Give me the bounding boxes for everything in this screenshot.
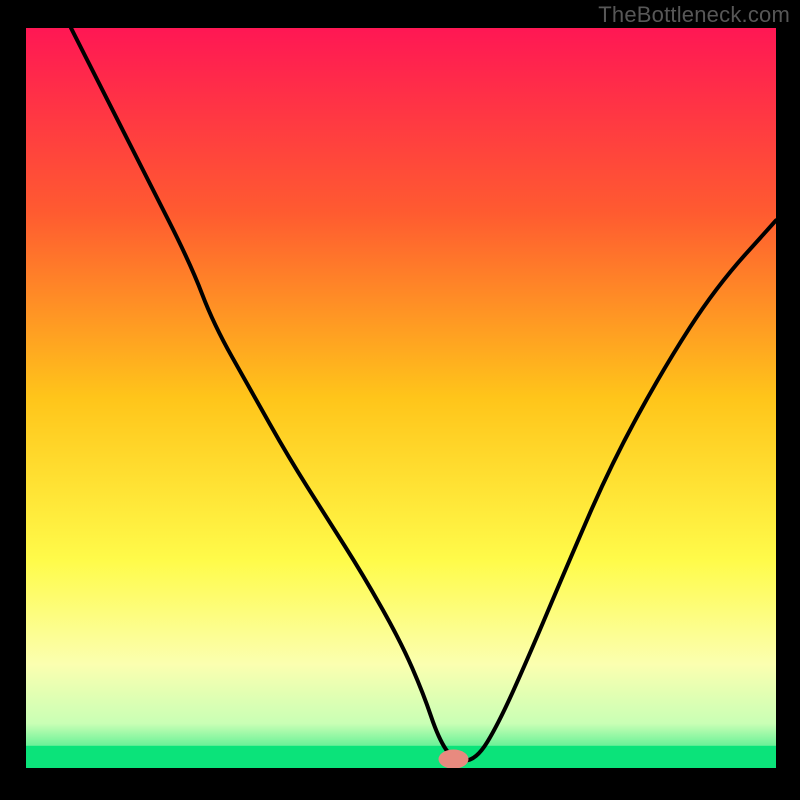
green-band — [26, 746, 776, 768]
chart-frame: TheBottleneck.com — [0, 0, 800, 800]
attribution-label: TheBottleneck.com — [598, 2, 790, 28]
plot-area — [26, 28, 776, 768]
bottleneck-chart — [26, 28, 776, 768]
gradient-background — [26, 28, 776, 768]
optimum-marker — [439, 750, 469, 769]
